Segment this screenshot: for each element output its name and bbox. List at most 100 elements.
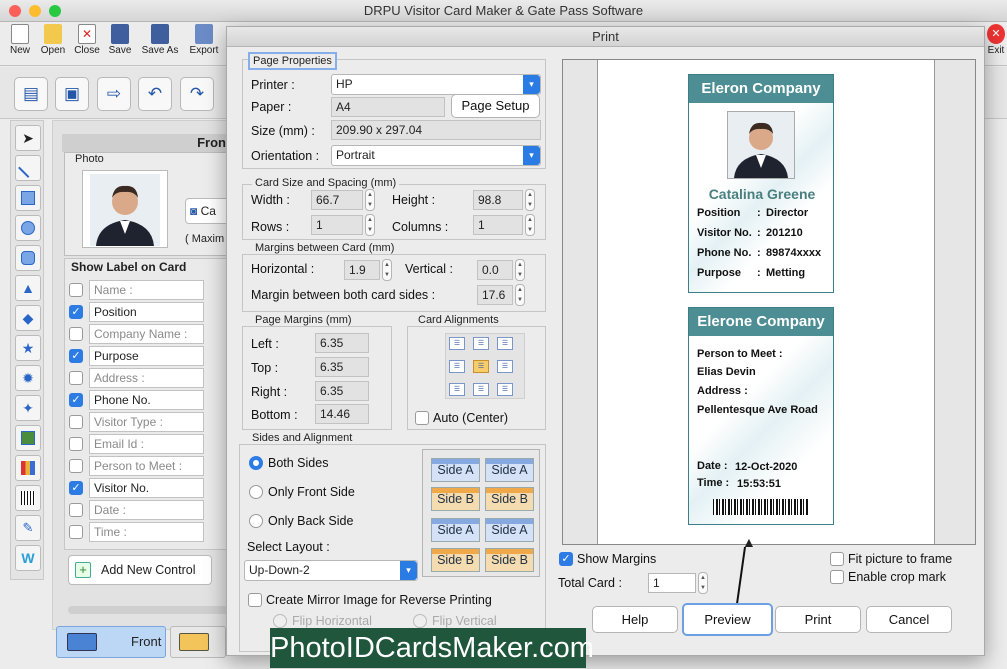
align-bottom-center-icon[interactable]: ☰ [473, 383, 489, 396]
align-middle-right-icon[interactable]: ☰ [497, 360, 513, 373]
diamond-tool[interactable]: ◆ [15, 305, 41, 331]
label-checkbox[interactable] [69, 393, 83, 407]
save-as-button[interactable]: Save As [139, 24, 181, 56]
label-checkbox[interactable] [69, 525, 83, 539]
redo-icon[interactable]: ↷ [180, 77, 214, 111]
align-bottom-right-icon[interactable]: ☰ [497, 383, 513, 396]
top-margin-input[interactable]: 6.35 [315, 357, 369, 377]
label-field[interactable]: Phone No. [89, 390, 204, 410]
auto-center-checkbox[interactable] [415, 411, 429, 425]
flip-horizontal-radio[interactable] [273, 614, 287, 628]
align-top-right-icon[interactable]: ☰ [497, 337, 513, 350]
edit-document-icon[interactable]: ▤ [14, 77, 48, 111]
minimize-window-icon[interactable] [29, 5, 41, 17]
align-top-left-icon[interactable]: ☰ [449, 337, 465, 350]
align-top-center-icon[interactable]: ☰ [473, 337, 489, 350]
pointer-tool[interactable]: ➤ [15, 125, 41, 151]
both-sides-radio[interactable] [249, 456, 263, 470]
label-field[interactable]: Name : [89, 280, 204, 300]
label-checkbox[interactable] [69, 305, 83, 319]
new-button[interactable]: New [5, 24, 35, 56]
total-card-stepper[interactable]: ▲ ▼ [698, 572, 708, 594]
horizontal-scrollbar[interactable] [68, 606, 228, 614]
rectangle-tool[interactable] [15, 185, 41, 211]
star-tool[interactable]: ★ [15, 335, 41, 361]
line-tool[interactable] [15, 155, 41, 181]
printer-select[interactable]: HP ▾ [331, 74, 541, 95]
rows-input[interactable]: 1 [311, 215, 363, 235]
height-stepper[interactable]: ▲ ▼ [525, 189, 535, 211]
rounded-rectangle-tool[interactable] [15, 245, 41, 271]
close-button[interactable]: ✕ Close [72, 24, 102, 56]
zoom-window-icon[interactable] [49, 5, 61, 17]
label-checkbox[interactable] [69, 371, 83, 385]
both-sides-margin-stepper[interactable]: ▲ ▼ [515, 284, 525, 306]
show-margins-checkbox[interactable] [559, 552, 573, 566]
label-field[interactable]: Visitor Type : [89, 412, 204, 432]
vertical-margin-input[interactable]: 0.0 [477, 260, 513, 280]
save-button[interactable]: Save [105, 24, 135, 56]
layout-select[interactable]: Up-Down-2 ▾ [244, 560, 418, 581]
label-checkbox[interactable] [69, 437, 83, 451]
label-checkbox[interactable] [69, 327, 83, 341]
word-art-tool[interactable]: W [15, 545, 41, 571]
orientation-select[interactable]: Portrait ▾ [331, 145, 541, 166]
horizontal-margin-input[interactable]: 1.9 [344, 260, 380, 280]
front-tab[interactable]: Front [56, 626, 166, 658]
label-field[interactable]: Visitor No. [89, 478, 204, 498]
add-new-control-button[interactable]: + Add New Control [68, 555, 212, 585]
label-field[interactable]: Position [89, 302, 204, 322]
cancel-button[interactable]: Cancel [866, 606, 952, 633]
signature-tool[interactable]: ✎ [15, 515, 41, 541]
vertical-margin-stepper[interactable]: ▲ ▼ [515, 259, 525, 281]
open-button[interactable]: Open [38, 24, 68, 56]
help-button[interactable]: Help [592, 606, 678, 633]
only-front-radio[interactable] [249, 485, 263, 499]
preview-button[interactable]: Preview [682, 603, 773, 636]
label-checkbox[interactable] [69, 459, 83, 473]
print-button[interactable]: Print [775, 606, 861, 633]
crop-mark-checkbox[interactable] [830, 570, 844, 584]
only-back-radio[interactable] [249, 514, 263, 528]
flip-vertical-radio[interactable] [413, 614, 427, 628]
label-checkbox[interactable] [69, 503, 83, 517]
horizontal-margin-stepper[interactable]: ▲ ▼ [382, 259, 392, 281]
label-field[interactable]: Email Id : [89, 434, 204, 454]
label-checkbox[interactable] [69, 283, 83, 297]
exit-button[interactable]: ✕ Exit [985, 24, 1007, 56]
total-card-input[interactable]: 1 [648, 573, 696, 593]
image-tool[interactable] [15, 425, 41, 451]
align-center-icon[interactable]: ☰ [473, 360, 489, 373]
label-field[interactable]: Time : [89, 522, 204, 542]
both-sides-margin-input[interactable]: 17.6 [477, 285, 513, 305]
align-middle-left-icon[interactable]: ☰ [449, 360, 465, 373]
label-field[interactable]: Address : [89, 368, 204, 388]
back-tab[interactable] [170, 626, 226, 658]
label-checkbox[interactable] [69, 349, 83, 363]
label-field[interactable]: Person to Meet : [89, 456, 204, 476]
import-image-icon[interactable]: ⇨ [97, 77, 131, 111]
ellipse-tool[interactable] [15, 215, 41, 241]
cross-star-tool[interactable]: ✦ [15, 395, 41, 421]
label-checkbox[interactable] [69, 415, 83, 429]
page-setup-button[interactable]: Page Setup [451, 94, 540, 118]
columns-input[interactable]: 1 [473, 215, 523, 235]
label-field[interactable]: Purpose [89, 346, 204, 366]
width-input[interactable]: 66.7 [311, 190, 363, 210]
height-input[interactable]: 98.8 [473, 190, 523, 210]
undo-icon[interactable]: ↶ [138, 77, 172, 111]
columns-stepper[interactable]: ▲ ▼ [525, 214, 535, 236]
label-field[interactable]: Company Name : [89, 324, 204, 344]
right-margin-input[interactable]: 6.35 [315, 381, 369, 401]
width-stepper[interactable]: ▲ ▼ [365, 189, 375, 211]
fit-picture-checkbox[interactable] [830, 552, 844, 566]
align-bottom-left-icon[interactable]: ☰ [449, 383, 465, 396]
library-tool[interactable] [15, 455, 41, 481]
barcode-tool[interactable] [15, 485, 41, 511]
rows-stepper[interactable]: ▲ ▼ [365, 214, 375, 236]
left-margin-input[interactable]: 6.35 [315, 333, 369, 353]
label-checkbox[interactable] [69, 481, 83, 495]
picture-icon[interactable]: ▣ [55, 77, 89, 111]
burst-tool[interactable]: ✹ [15, 365, 41, 391]
bottom-margin-input[interactable]: 14.46 [315, 404, 369, 424]
